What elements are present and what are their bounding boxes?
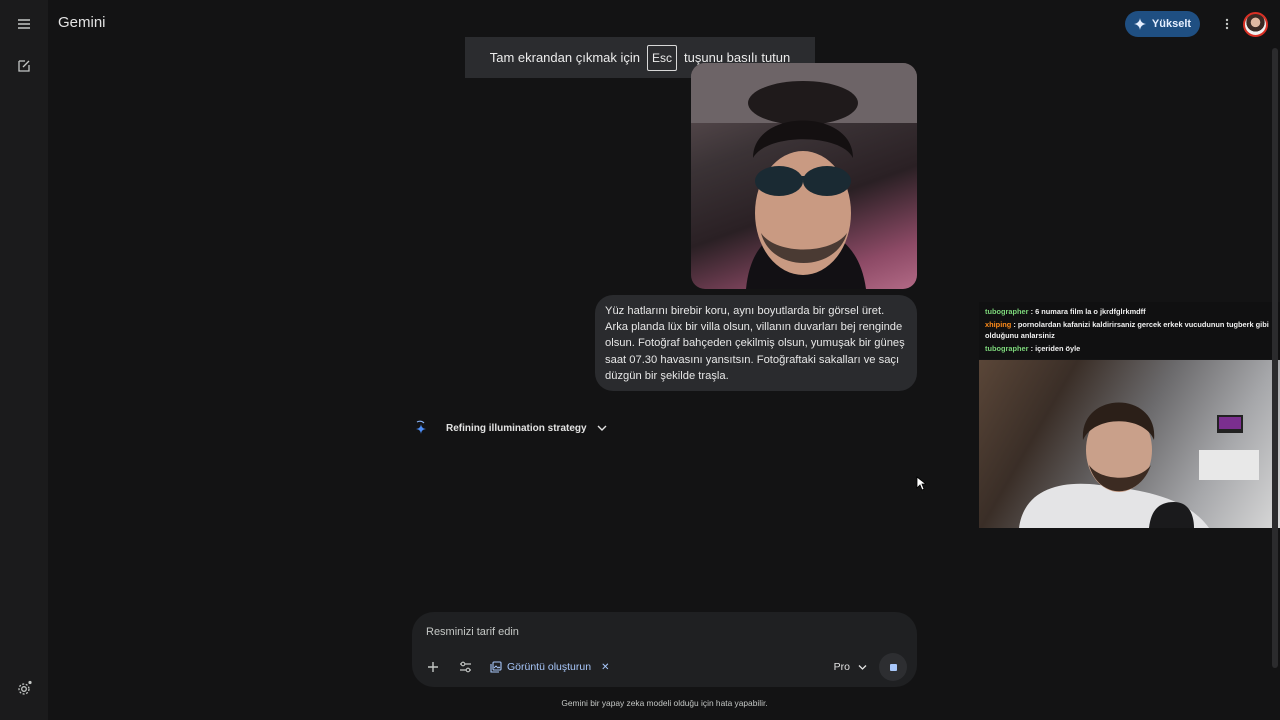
gemini-spark-icon: [416, 420, 426, 434]
scrollbar[interactable]: [1272, 48, 1278, 668]
menu-icon[interactable]: [12, 12, 36, 36]
thinking-label: Refining illumination strategy: [446, 422, 587, 434]
tools-icon[interactable]: [454, 656, 476, 678]
disclaimer: Gemini bir yapay zeka modeli olduğu için…: [561, 698, 768, 708]
chat-line: tubographer : içeriden öyle: [985, 342, 1274, 356]
chat-line: xhiping : pornolardan kafanizi kaldirirs…: [985, 319, 1274, 342]
stop-icon: [889, 663, 897, 671]
composer-toolbar: Görüntü oluşturun ✕ Pro: [422, 653, 907, 681]
webcam-overlay: [979, 360, 1280, 528]
user-message: Yüz hatlarını birebir koru, aynı boyutla…: [595, 295, 917, 391]
close-icon[interactable]: ✕: [601, 662, 609, 673]
image-tool-label: Görüntü oluşturun: [507, 661, 592, 673]
more-options-icon[interactable]: [1218, 14, 1236, 34]
mouse-cursor-icon: [916, 476, 926, 491]
thinking-status[interactable]: Refining illumination strategy: [414, 417, 607, 439]
upgrade-button[interactable]: Yükselt: [1125, 11, 1200, 37]
settings-icon[interactable]: [12, 676, 36, 700]
app-title: Gemini: [58, 14, 106, 31]
esc-key: Esc: [647, 44, 678, 71]
new-chat-icon[interactable]: [12, 54, 36, 78]
uploaded-photo[interactable]: [691, 63, 917, 289]
image-tool-chip[interactable]: Görüntü oluşturun: [490, 661, 591, 673]
chat-text: pornolardan kafanizi kaldirirsaniz gerce…: [985, 319, 1269, 341]
upgrade-label: Yükselt: [1151, 18, 1192, 30]
webcam-image: [1019, 402, 1259, 528]
prompt-composer: Resminizi tarif edin Görüntü oluşturun ✕…: [412, 612, 917, 687]
chat-text: 6 numara film la o jkrdfglrkmdff: [1035, 307, 1146, 316]
chat-text: içeriden öyle: [1035, 343, 1081, 353]
add-icon[interactable]: [422, 656, 444, 678]
stream-chat-overlay: tubographer : 6 numara film la o jkrdfgl…: [979, 302, 1280, 359]
model-label: Pro: [833, 661, 850, 673]
account-avatar[interactable]: [1243, 12, 1268, 37]
side-rail: [0, 0, 48, 720]
notice-text-before: Tam ekrandan çıkmak için: [489, 50, 640, 65]
chevron-down-icon: [597, 425, 607, 431]
chat-user: xhiping: [985, 319, 1012, 329]
image-gallery-icon: [490, 661, 502, 673]
model-selector[interactable]: Pro: [834, 661, 867, 673]
portrait-image: [691, 63, 917, 289]
chat-separator: :: [1011, 319, 1018, 329]
stop-generation-button[interactable]: [879, 653, 907, 681]
chat-user: tubographer: [985, 343, 1029, 353]
prompt-input[interactable]: Resminizi tarif edin: [426, 626, 519, 638]
chat-line: tubographer : 6 numara film la o jkrdfgl…: [985, 305, 1274, 319]
chevron-down-icon: [858, 664, 867, 670]
sparkle-icon: [1133, 18, 1146, 30]
chat-user: tubographer: [985, 307, 1029, 316]
